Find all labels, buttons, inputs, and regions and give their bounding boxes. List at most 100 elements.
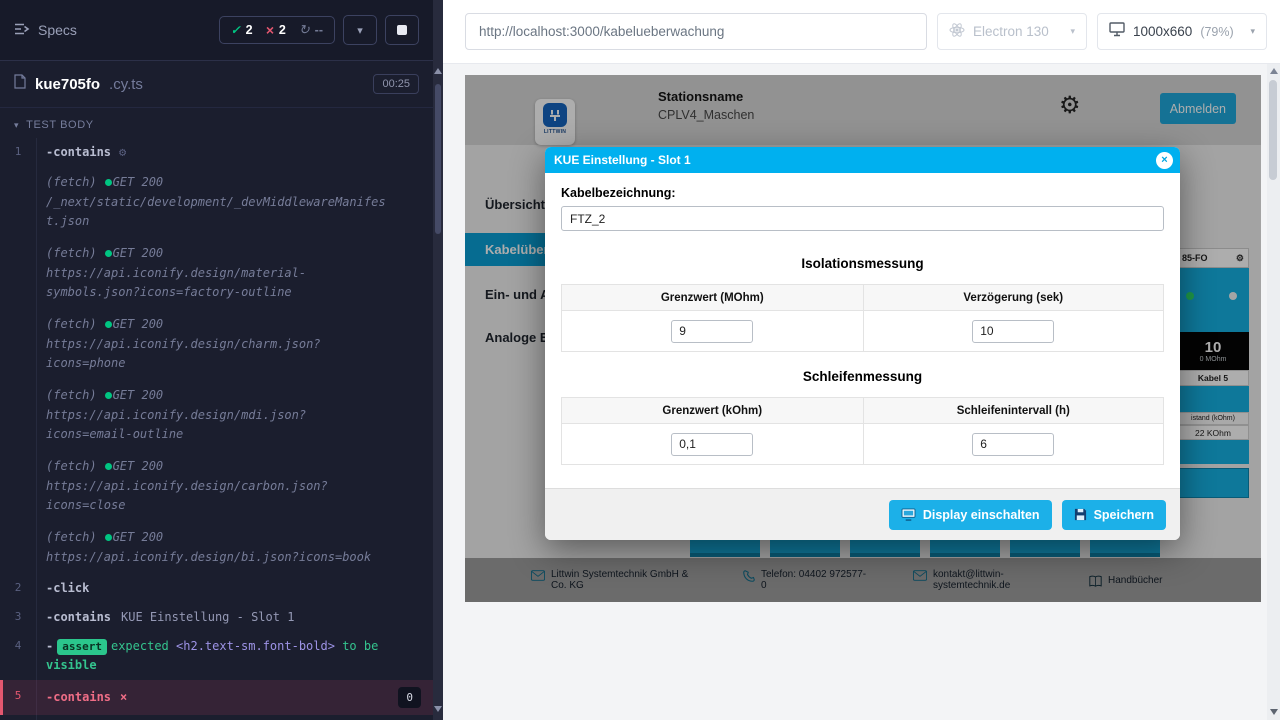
fetch-url: https://api.iconify.design/material-symb… <box>46 264 388 302</box>
fetch-label: (fetch) <box>46 317 97 331</box>
command-click[interactable]: 2 -click <box>0 574 433 603</box>
command-contains-failed[interactable]: 5 -contains×0 <box>0 680 433 715</box>
fetch-log-row[interactable]: (fetch)GET 200/_next/static/development/… <box>0 167 433 238</box>
cypress-reporter: Specs ✓2 ×2 ↻-- ▾ kue705fo.cy.ts 00:25 ▾… <box>0 0 433 720</box>
electron-icon <box>949 22 965 41</box>
command-assert[interactable]: 4 -assertexpected <h2.text-sm.font-bold>… <box>0 632 433 680</box>
chevron-down-icon: ▾ <box>1250 26 1255 37</box>
specs-icon <box>14 22 30 39</box>
schleifenintervall-input[interactable] <box>972 433 1054 456</box>
check-icon: ✓ <box>231 23 241 37</box>
failed-count: ×2 <box>266 22 286 38</box>
close-icon[interactable]: × <box>1156 152 1173 169</box>
fetch-label: (fetch) <box>46 459 97 473</box>
save-floppy-icon <box>1074 508 1087 521</box>
fetch-url: https://api.iconify.design/mdi.json?icon… <box>46 406 388 444</box>
chevron-down-icon: ▾ <box>357 24 363 37</box>
stop-button[interactable] <box>385 15 419 45</box>
assert-selector: <h2.text-sm.font-bold> <box>176 639 335 653</box>
test-stats: ✓2 ×2 ↻-- <box>219 16 335 44</box>
status-dot-icon <box>105 179 112 186</box>
scroll-down-icon[interactable] <box>434 706 442 712</box>
page: Specs ✓2 ×2 ↻-- ▾ kue705fo.cy.ts 00:25 ▾… <box>0 0 1280 720</box>
display-einschalten-button[interactable]: Display einschalten <box>889 500 1052 530</box>
status-dot-icon <box>105 534 112 541</box>
scrollbar-thumb[interactable] <box>1269 80 1277 180</box>
modal-title: KUE Einstellung - Slot 1 <box>554 153 691 167</box>
browser-label: Electron 130 <box>973 24 1049 39</box>
spec-row[interactable]: kue705fo .cy.ts 00:25 <box>0 61 433 108</box>
specs-label: Specs <box>38 22 77 38</box>
assert-badge: assert <box>57 639 107 655</box>
test-body-label: TEST BODY <box>26 119 94 131</box>
modal-body: Kabelbezeichnung: Isolationsmessung Gren… <box>545 173 1180 465</box>
fetch-log-row[interactable]: (fetch)GET 200https://api.iconify.design… <box>0 309 433 380</box>
fetch-label: (fetch) <box>46 388 97 402</box>
isolationsmessung-title: Isolationsmessung <box>561 256 1164 271</box>
spec-name: kue705fo <box>35 76 100 93</box>
fetch-log-row[interactable]: (fetch)GET 200https://api.iconify.design… <box>0 451 433 522</box>
grenzwert-kohm-input[interactable] <box>671 433 753 456</box>
fetch-log-row[interactable]: (fetch)GET 200https://api.iconify.design… <box>0 238 433 309</box>
fetch-log-row[interactable]: (fetch)GET 200https://api.iconify.design… <box>0 522 433 574</box>
page-scrollbar[interactable] <box>1267 64 1280 720</box>
url-input[interactable] <box>465 13 927 50</box>
fetch-url: https://api.iconify.design/bi.json?icons… <box>46 548 388 567</box>
command-number: 5 <box>0 687 36 702</box>
command-contains-3[interactable]: 3 -containsKUE Einstellung - Slot 1 <box>0 603 433 632</box>
schleifenmessung-table: Grenzwert (kOhm) Schleifenintervall (h) <box>561 397 1164 465</box>
fetch-url: https://api.iconify.design/charm.json?ic… <box>46 335 388 373</box>
test-body-toggle[interactable]: ▾ TEST BODY <box>0 108 433 138</box>
speichern-button[interactable]: Speichern <box>1062 500 1166 530</box>
reporter-scrollbar[interactable] <box>433 0 443 720</box>
command-contains-1[interactable]: 1 -contains⚙ <box>0 138 433 167</box>
status-dot-icon <box>105 463 112 470</box>
scrollbar-thumb[interactable] <box>435 84 441 234</box>
command-number: 2 <box>0 579 36 594</box>
fail-cross-icon: × <box>120 688 127 707</box>
modal-header: KUE Einstellung - Slot 1 × <box>545 147 1180 173</box>
status-dot-icon <box>105 250 112 257</box>
kue-settings-modal: KUE Einstellung - Slot 1 × Kabelbezeichn… <box>545 147 1180 540</box>
spec-ext: .cy.ts <box>109 76 143 93</box>
schleifenmessung-title: Schleifenmessung <box>561 369 1164 384</box>
monitor-icon <box>1109 22 1125 42</box>
app-viewport: LITTWIN Stationsname CPLV4_Maschen ⚙ Abm… <box>465 75 1261 602</box>
aut-topbar: Electron 130 ▾ 1000x660 (79%) ▾ <box>443 0 1280 64</box>
grenzwert-mohm-input[interactable] <box>671 320 753 343</box>
scroll-down-icon[interactable] <box>1270 709 1278 715</box>
pending-count: ↻-- <box>299 22 323 38</box>
stop-icon <box>397 25 407 35</box>
command-log: 1 -contains⚙ (fetch)GET 200/_next/static… <box>0 138 433 720</box>
refresh-icon: ↻ <box>299 22 310 38</box>
fetch-url: https://api.iconify.design/carbon.json?i… <box>46 477 388 515</box>
passed-count: ✓2 <box>231 23 253 37</box>
fetch-label: (fetch) <box>46 530 97 544</box>
status-dot-icon <box>105 392 112 399</box>
spec-timer: 00:25 <box>373 74 419 94</box>
scroll-up-icon[interactable] <box>434 68 442 74</box>
specs-menu[interactable]: Specs <box>14 22 77 39</box>
command-number: 4 <box>0 637 36 652</box>
column-header: Verzögerung (sek) <box>863 285 1164 311</box>
spec-file-icon <box>14 74 26 94</box>
command-number: 3 <box>0 608 36 623</box>
fetch-label: (fetch) <box>46 175 97 189</box>
fetch-log-row[interactable]: (fetch)GET 200https://api.iconify.design… <box>0 380 433 451</box>
column-header: Schleifenintervall (h) <box>863 398 1164 424</box>
command-argument: KUE Einstellung - Slot 1 <box>121 610 294 624</box>
retry-count-badge: 0 <box>398 687 421 708</box>
display-icon <box>901 508 916 521</box>
verzoegerung-sek-input[interactable] <box>972 320 1054 343</box>
browser-selector[interactable]: Electron 130 ▾ <box>937 13 1087 50</box>
chevron-down-icon: ▾ <box>14 120 19 131</box>
status-dot-icon <box>105 321 112 328</box>
cross-icon: × <box>266 22 274 38</box>
viewport-zoom: (79%) <box>1200 25 1233 39</box>
collapse-button[interactable]: ▾ <box>343 15 377 45</box>
modal-footer: Display einschalten Speichern <box>545 488 1180 540</box>
viewport-selector[interactable]: 1000x660 (79%) ▾ <box>1097 13 1267 50</box>
kabelbezeichnung-input[interactable] <box>561 206 1164 231</box>
scroll-up-icon[interactable] <box>1270 68 1278 74</box>
command-number: 1 <box>0 143 36 158</box>
